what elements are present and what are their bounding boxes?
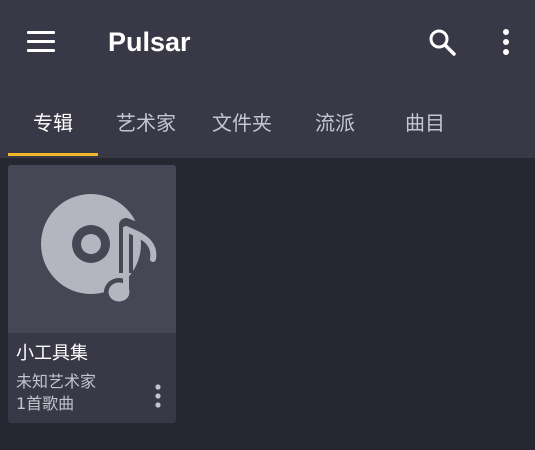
active-tab-indicator (8, 153, 98, 156)
more-options-button[interactable] (492, 24, 520, 60)
menu-button[interactable] (22, 26, 60, 58)
tab-bar: 专辑 艺术家 文件夹 流派 曲目 (0, 84, 535, 158)
more-vertical-icon (503, 29, 509, 55)
hamburger-line (27, 49, 55, 52)
album-card[interactable]: 小工具集 未知艺术家 1首歌曲 (8, 165, 176, 423)
album-placeholder-icon (41, 194, 164, 306)
tab-albums[interactable]: 专辑 (8, 108, 98, 138)
album-artwork (8, 165, 176, 333)
more-vertical-icon (155, 384, 161, 408)
hamburger-line (27, 40, 55, 43)
album-song-count: 1首歌曲 (16, 394, 75, 413)
hamburger-line (27, 31, 55, 34)
search-icon (429, 29, 456, 56)
album-more-button[interactable] (148, 381, 168, 411)
album-artist: 未知艺术家 (16, 372, 97, 391)
tab-genres[interactable]: 流派 (290, 108, 380, 138)
app-title: Pulsar (108, 27, 191, 57)
app-bar: Pulsar 专辑 艺术家 文件夹 流派 曲目 (0, 0, 535, 158)
tab-tracks[interactable]: 曲目 (380, 108, 470, 138)
tab-folders[interactable]: 文件夹 (194, 108, 290, 138)
album-title: 小工具集 (16, 343, 88, 364)
tab-artists[interactable]: 艺术家 (98, 108, 194, 138)
search-button[interactable] (424, 24, 460, 60)
top-toolbar: Pulsar (0, 0, 535, 84)
